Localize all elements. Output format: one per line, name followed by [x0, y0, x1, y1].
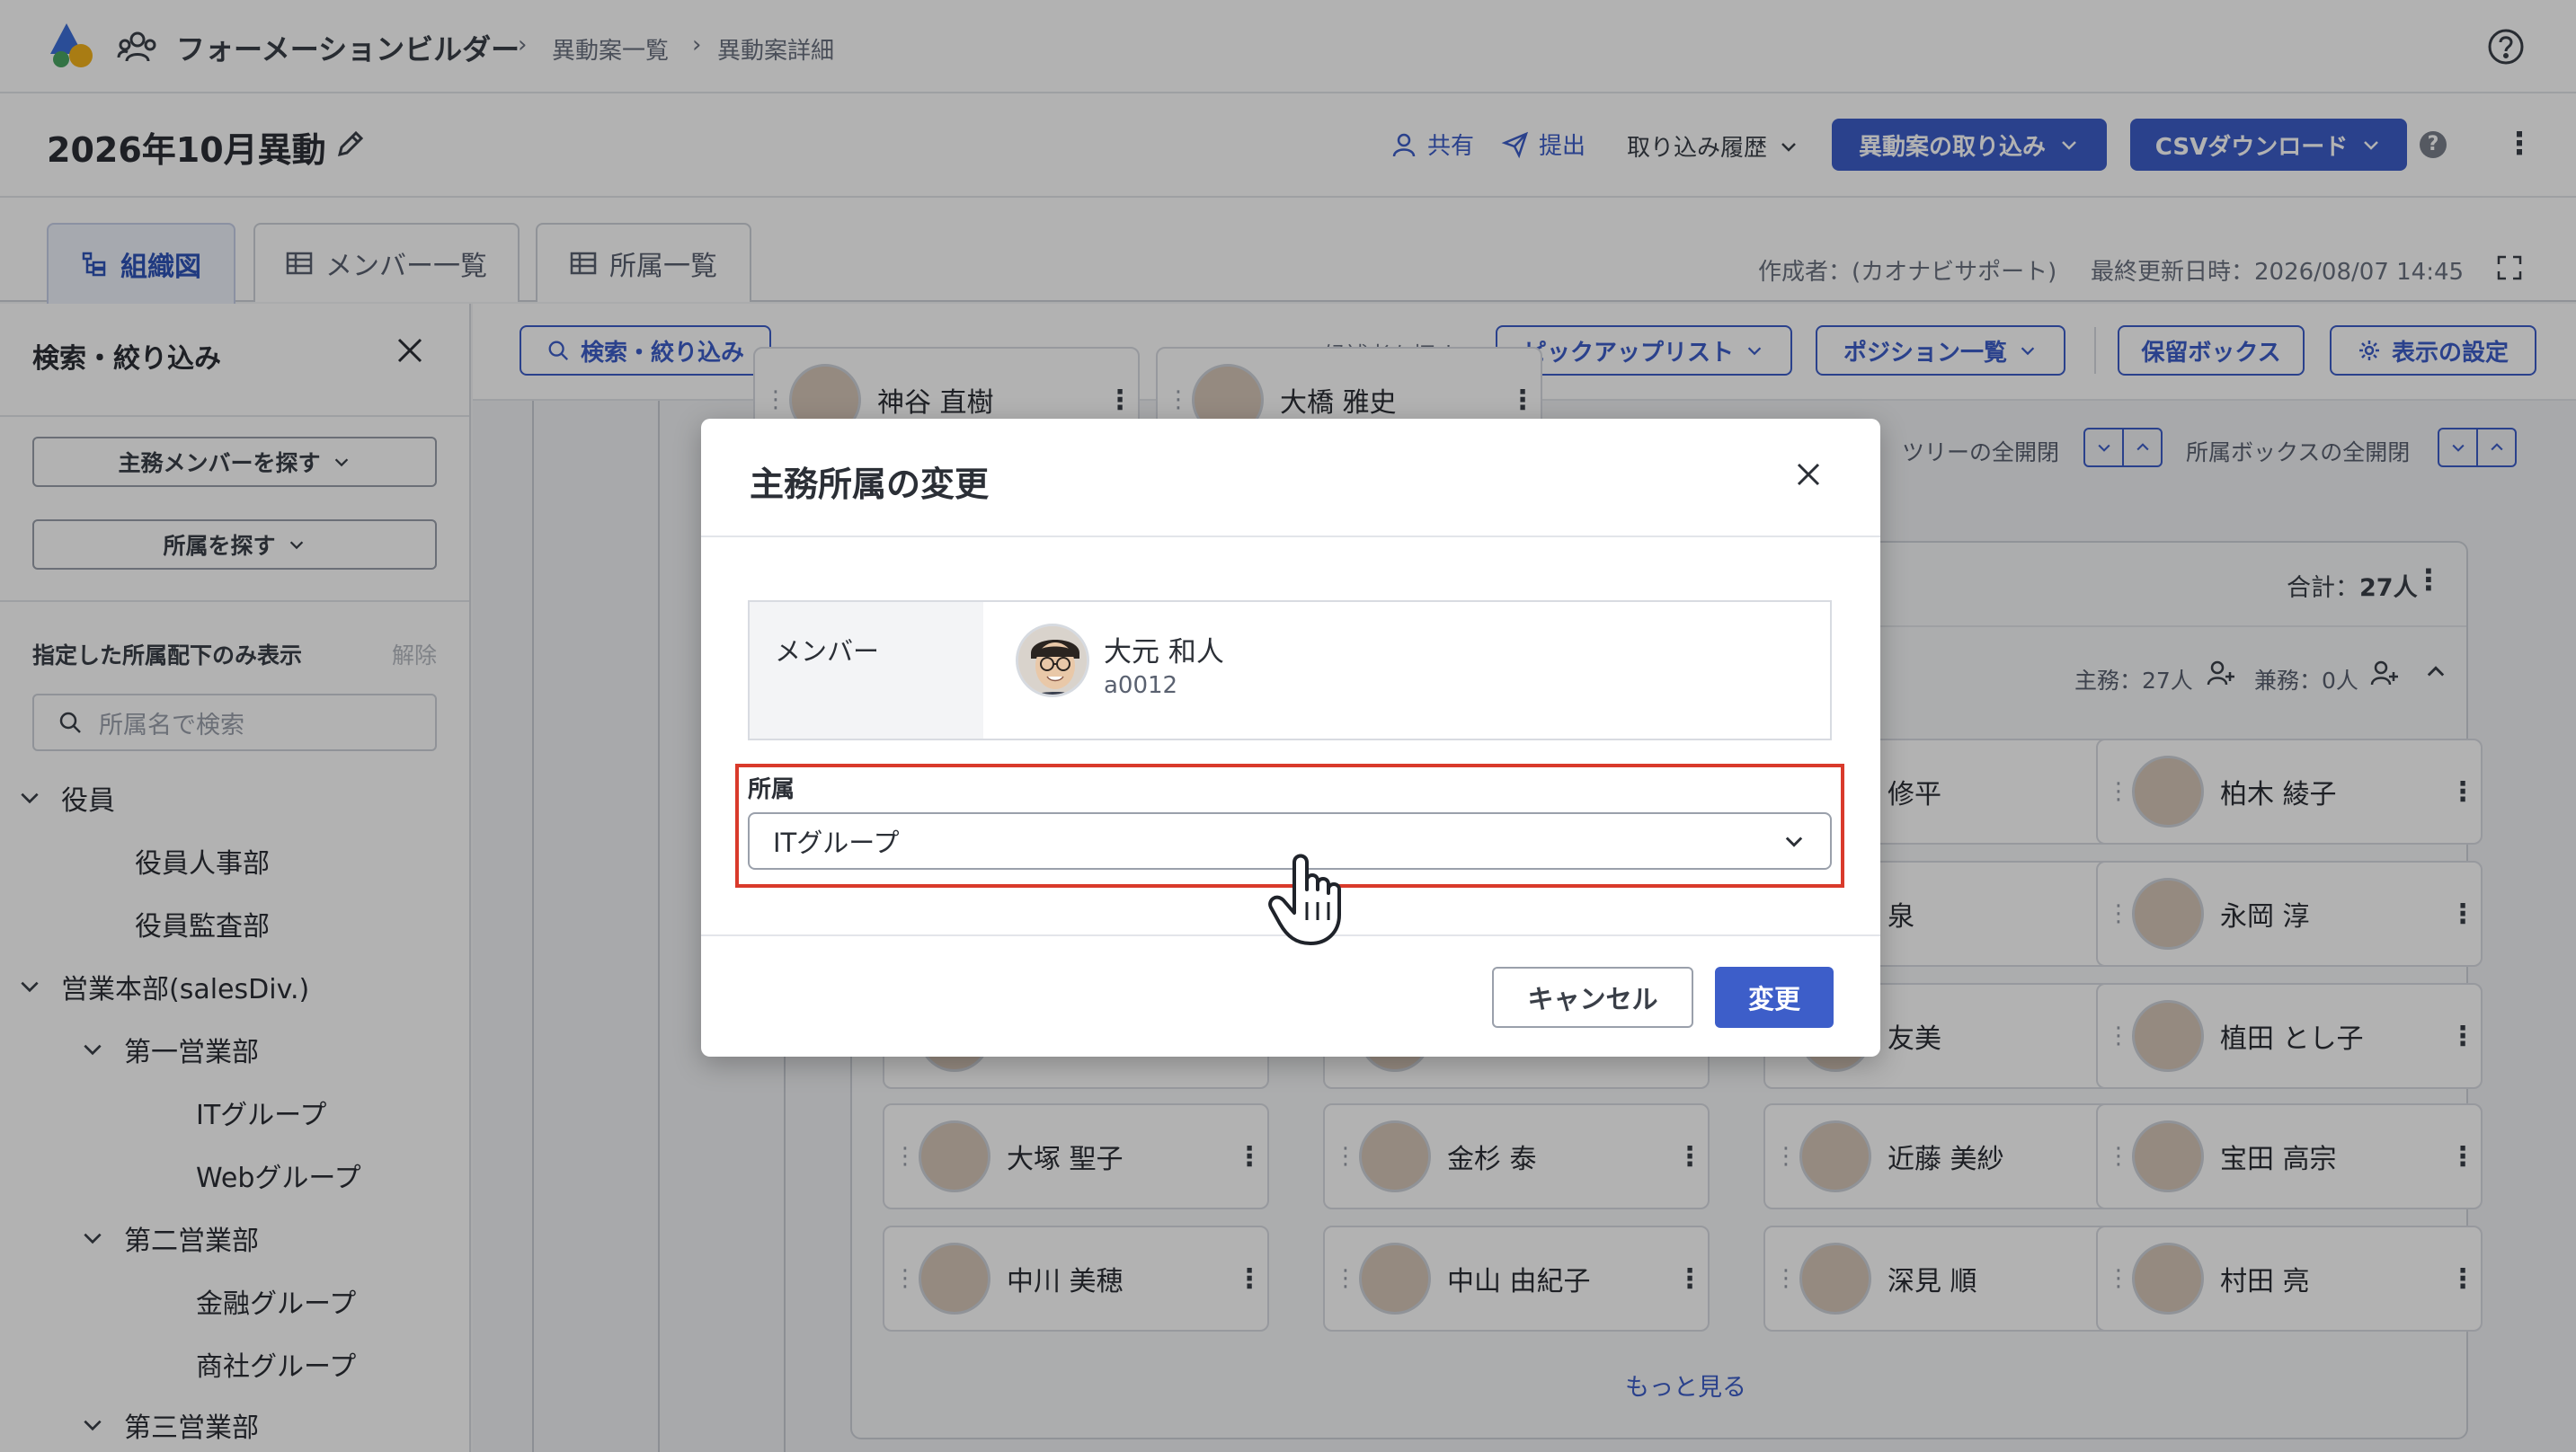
dept-label: 所属 — [748, 776, 795, 803]
member-label: メンバー — [775, 636, 880, 667]
cancel-button[interactable]: キャンセル — [1492, 967, 1693, 1028]
change-main-dept-dialog: 主務所属の変更 メンバー 大元 和人 a0012 所属 ITグループ キャンセル… — [701, 419, 1880, 1057]
dialog-title: 主務所属の変更 — [750, 465, 990, 504]
member-info-row: メンバー 大元 和人 a0012 — [748, 600, 1832, 740]
avatar — [1016, 624, 1089, 697]
hand-pointer-cursor-icon — [1266, 848, 1355, 949]
member-name: 大元 和人 — [1104, 636, 1224, 668]
chevron-down-icon — [1781, 828, 1807, 854]
change-button[interactable]: 変更 — [1715, 967, 1834, 1028]
member-id: a0012 — [1104, 672, 1178, 699]
member-label-cell: メンバー — [750, 602, 983, 739]
close-icon[interactable] — [1794, 460, 1823, 489]
divider — [701, 536, 1880, 537]
